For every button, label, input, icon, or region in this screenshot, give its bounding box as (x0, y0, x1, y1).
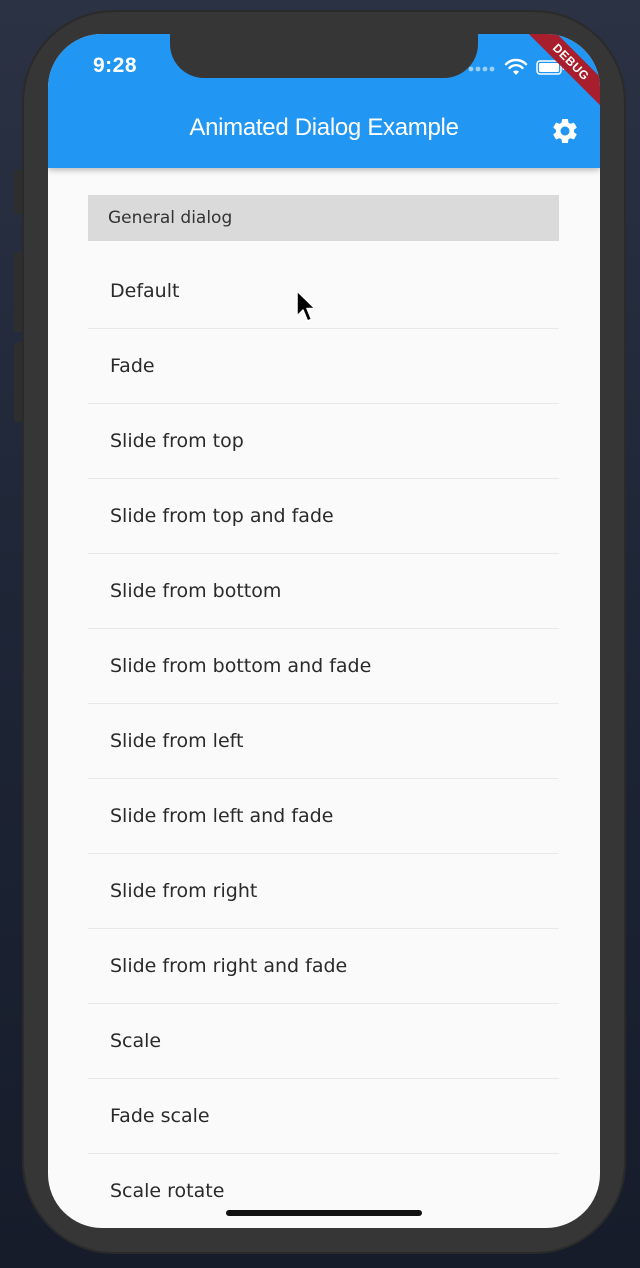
dialog-type-list: Default Fade Slide from top Slide from t… (88, 254, 559, 1228)
section-header: General dialog (88, 195, 559, 241)
volume-down-button (14, 342, 22, 422)
dialog-list-content: General dialog Default Fade Slide from t… (88, 195, 559, 1228)
settings-button[interactable] (550, 116, 580, 146)
volume-up-button (14, 252, 22, 332)
list-item-fade[interactable]: Fade (88, 329, 559, 404)
list-item-slide-from-top-and-fade[interactable]: Slide from top and fade (88, 479, 559, 554)
list-item-default[interactable]: Default (88, 254, 559, 329)
list-item-slide-from-left-and-fade[interactable]: Slide from left and fade (88, 779, 559, 854)
list-item-scale-rotate[interactable]: Scale rotate (88, 1154, 559, 1228)
list-item-scale[interactable]: Scale (88, 1004, 559, 1079)
list-item-slide-from-bottom-and-fade[interactable]: Slide from bottom and fade (88, 629, 559, 704)
gear-icon (553, 119, 577, 143)
list-item-slide-from-bottom[interactable]: Slide from bottom (88, 554, 559, 629)
notch (170, 34, 478, 78)
mouse-cursor-icon (296, 290, 316, 322)
app-bar-title: Animated Dialog Example (189, 114, 459, 141)
status-time: 9:28 (93, 54, 138, 77)
status-icons (468, 58, 566, 76)
home-indicator[interactable] (226, 1210, 422, 1216)
wifi-icon (504, 58, 528, 75)
list-item-slide-from-top[interactable]: Slide from top (88, 404, 559, 479)
list-item-slide-from-right[interactable]: Slide from right (88, 854, 559, 929)
mute-switch (14, 170, 22, 214)
list-item-slide-from-right-and-fade[interactable]: Slide from right and fade (88, 929, 559, 1004)
list-item-fade-scale[interactable]: Fade scale (88, 1079, 559, 1154)
phone-screen: 9:28 Animated Dialog Example DEBUG Gener… (48, 34, 600, 1228)
list-item-slide-from-left[interactable]: Slide from left (88, 704, 559, 779)
